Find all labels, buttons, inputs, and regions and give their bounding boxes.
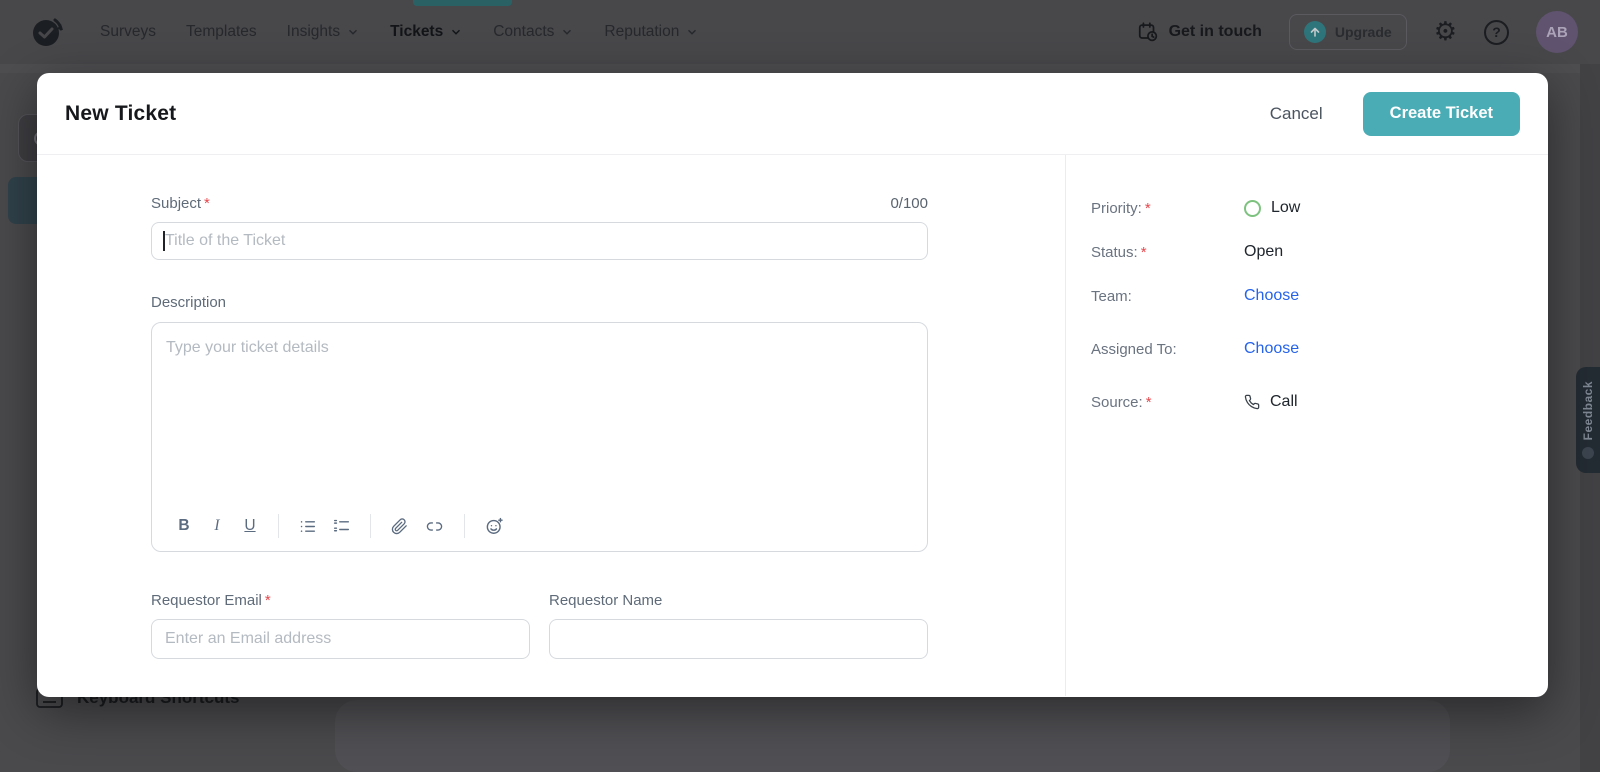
toolbar-separator bbox=[370, 514, 371, 538]
link-button[interactable] bbox=[425, 516, 444, 536]
assigned-to-row: Assigned To: Choose bbox=[1091, 340, 1548, 358]
feedback-widget-tab[interactable]: Feedback bbox=[1576, 367, 1600, 473]
nav-item-tickets[interactable]: Tickets bbox=[390, 23, 463, 41]
calendar-clock-icon bbox=[1137, 21, 1159, 43]
modal-title: New Ticket bbox=[65, 101, 177, 125]
nav-item-label: Insights bbox=[286, 23, 341, 40]
top-nav: Surveys Templates Insights Tickets Conta… bbox=[0, 0, 1600, 64]
required-asterisk: * bbox=[264, 592, 271, 609]
required-asterisk: * bbox=[1144, 199, 1151, 217]
status-label: Status: * bbox=[1091, 243, 1147, 261]
underline-button[interactable]: U bbox=[242, 516, 258, 536]
feedback-tab-label: Feedback bbox=[1581, 381, 1595, 441]
text-caret bbox=[163, 231, 165, 251]
create-ticket-button[interactable]: Create Ticket bbox=[1362, 91, 1520, 136]
modal-actions: Cancel Create Ticket bbox=[1264, 91, 1520, 136]
requestor-email-label: Requestor Email * bbox=[151, 592, 271, 609]
team-choose-link[interactable]: Choose bbox=[1244, 287, 1299, 305]
toolbar-separator bbox=[464, 514, 465, 538]
attachment-button[interactable] bbox=[391, 516, 408, 536]
assigned-to-label: Assigned To: bbox=[1091, 340, 1177, 358]
nav-item-label: Templates bbox=[186, 23, 257, 40]
help-icon[interactable]: ? bbox=[1484, 19, 1509, 45]
description-placeholder: Type your ticket details bbox=[166, 339, 329, 356]
settings-gear-icon[interactable]: ⚙ bbox=[1434, 19, 1457, 45]
cancel-button[interactable]: Cancel bbox=[1264, 103, 1329, 125]
bold-button[interactable]: B bbox=[176, 516, 192, 536]
ticket-details-pane: Priority: * Low Status: * Open Team: Cho… bbox=[1065, 155, 1548, 696]
requestor-name-label: Requestor Name bbox=[549, 592, 663, 609]
nav-item-contacts[interactable]: Contacts bbox=[493, 23, 574, 41]
requestor-email-input[interactable] bbox=[151, 619, 530, 659]
emoji-button[interactable] bbox=[485, 516, 504, 536]
description-editor[interactable]: Type your ticket details B I U bbox=[151, 322, 928, 552]
source-value[interactable]: Call bbox=[1244, 393, 1298, 411]
team-label: Team: bbox=[1091, 287, 1132, 305]
upgrade-label: Upgrade bbox=[1334, 24, 1392, 40]
nav-menu: Surveys Templates Insights Tickets Conta… bbox=[100, 0, 699, 64]
required-asterisk: * bbox=[1140, 243, 1147, 261]
nav-item-label: Contacts bbox=[493, 23, 555, 40]
smiley-icon bbox=[1582, 446, 1594, 459]
chevron-down-icon bbox=[346, 25, 360, 39]
phone-icon bbox=[1244, 394, 1260, 410]
required-asterisk: * bbox=[1145, 393, 1152, 411]
nav-item-surveys[interactable]: Surveys bbox=[100, 23, 156, 41]
toolbar-separator bbox=[278, 514, 279, 538]
required-asterisk: * bbox=[204, 195, 210, 212]
source-row: Source: * Call bbox=[1091, 393, 1548, 411]
get-in-touch-button[interactable]: Get in touch bbox=[1137, 21, 1262, 43]
chevron-down-icon bbox=[685, 25, 699, 39]
subject-label: Subject * bbox=[151, 195, 210, 212]
get-in-touch-label: Get in touch bbox=[1168, 23, 1262, 40]
priority-row: Priority: * Low bbox=[1091, 199, 1548, 217]
subject-input[interactable] bbox=[151, 222, 928, 260]
subject-char-counter: 0/100 bbox=[890, 195, 928, 212]
description-label: Description bbox=[151, 294, 227, 311]
nav-item-label: Reputation bbox=[604, 23, 680, 40]
priority-low-icon bbox=[1244, 199, 1261, 217]
team-row: Team: Choose bbox=[1091, 287, 1548, 305]
new-ticket-modal: New Ticket Cancel Create Ticket Subject *… bbox=[37, 73, 1548, 697]
nav-item-reputation[interactable]: Reputation bbox=[604, 23, 699, 41]
chevron-down-icon bbox=[449, 25, 463, 39]
nav-item-label: Tickets bbox=[390, 23, 444, 40]
status-value[interactable]: Open bbox=[1244, 243, 1283, 261]
priority-value[interactable]: Low bbox=[1244, 199, 1300, 217]
priority-label: Priority: * bbox=[1091, 199, 1151, 217]
editor-toolbar: B I U bbox=[176, 514, 504, 538]
avatar-initials: AB bbox=[1546, 23, 1568, 41]
nav-item-insights[interactable]: Insights bbox=[287, 23, 360, 41]
ticket-form-pane: Subject* 0/100 Description Type your tic… bbox=[37, 155, 1065, 696]
bullet-list-button[interactable] bbox=[299, 516, 316, 536]
modal-header: New Ticket Cancel Create Ticket bbox=[37, 73, 1548, 155]
requestor-name-input[interactable] bbox=[549, 619, 928, 659]
app-screen: Surveys Templates Insights Tickets Conta… bbox=[0, 0, 1600, 772]
chevron-down-icon bbox=[560, 25, 574, 39]
background-content-card bbox=[335, 700, 1450, 772]
arrow-up-icon bbox=[1303, 21, 1326, 43]
source-label: Source: * bbox=[1091, 393, 1152, 411]
nav-item-label: Surveys bbox=[100, 23, 156, 40]
status-row: Status: * Open bbox=[1091, 243, 1548, 261]
ordered-list-button[interactable] bbox=[333, 516, 350, 536]
assigned-to-choose-link[interactable]: Choose bbox=[1244, 340, 1299, 358]
avatar[interactable]: AB bbox=[1536, 11, 1578, 53]
nav-item-templates[interactable]: Templates bbox=[186, 23, 257, 41]
brand-logo-icon[interactable] bbox=[28, 13, 66, 51]
nav-divider bbox=[0, 64, 1600, 73]
italic-button[interactable]: I bbox=[209, 516, 225, 536]
upgrade-button[interactable]: Upgrade bbox=[1288, 14, 1407, 50]
nav-right-cluster: Get in touch Upgrade ⚙ ? AB bbox=[1137, 0, 1578, 64]
